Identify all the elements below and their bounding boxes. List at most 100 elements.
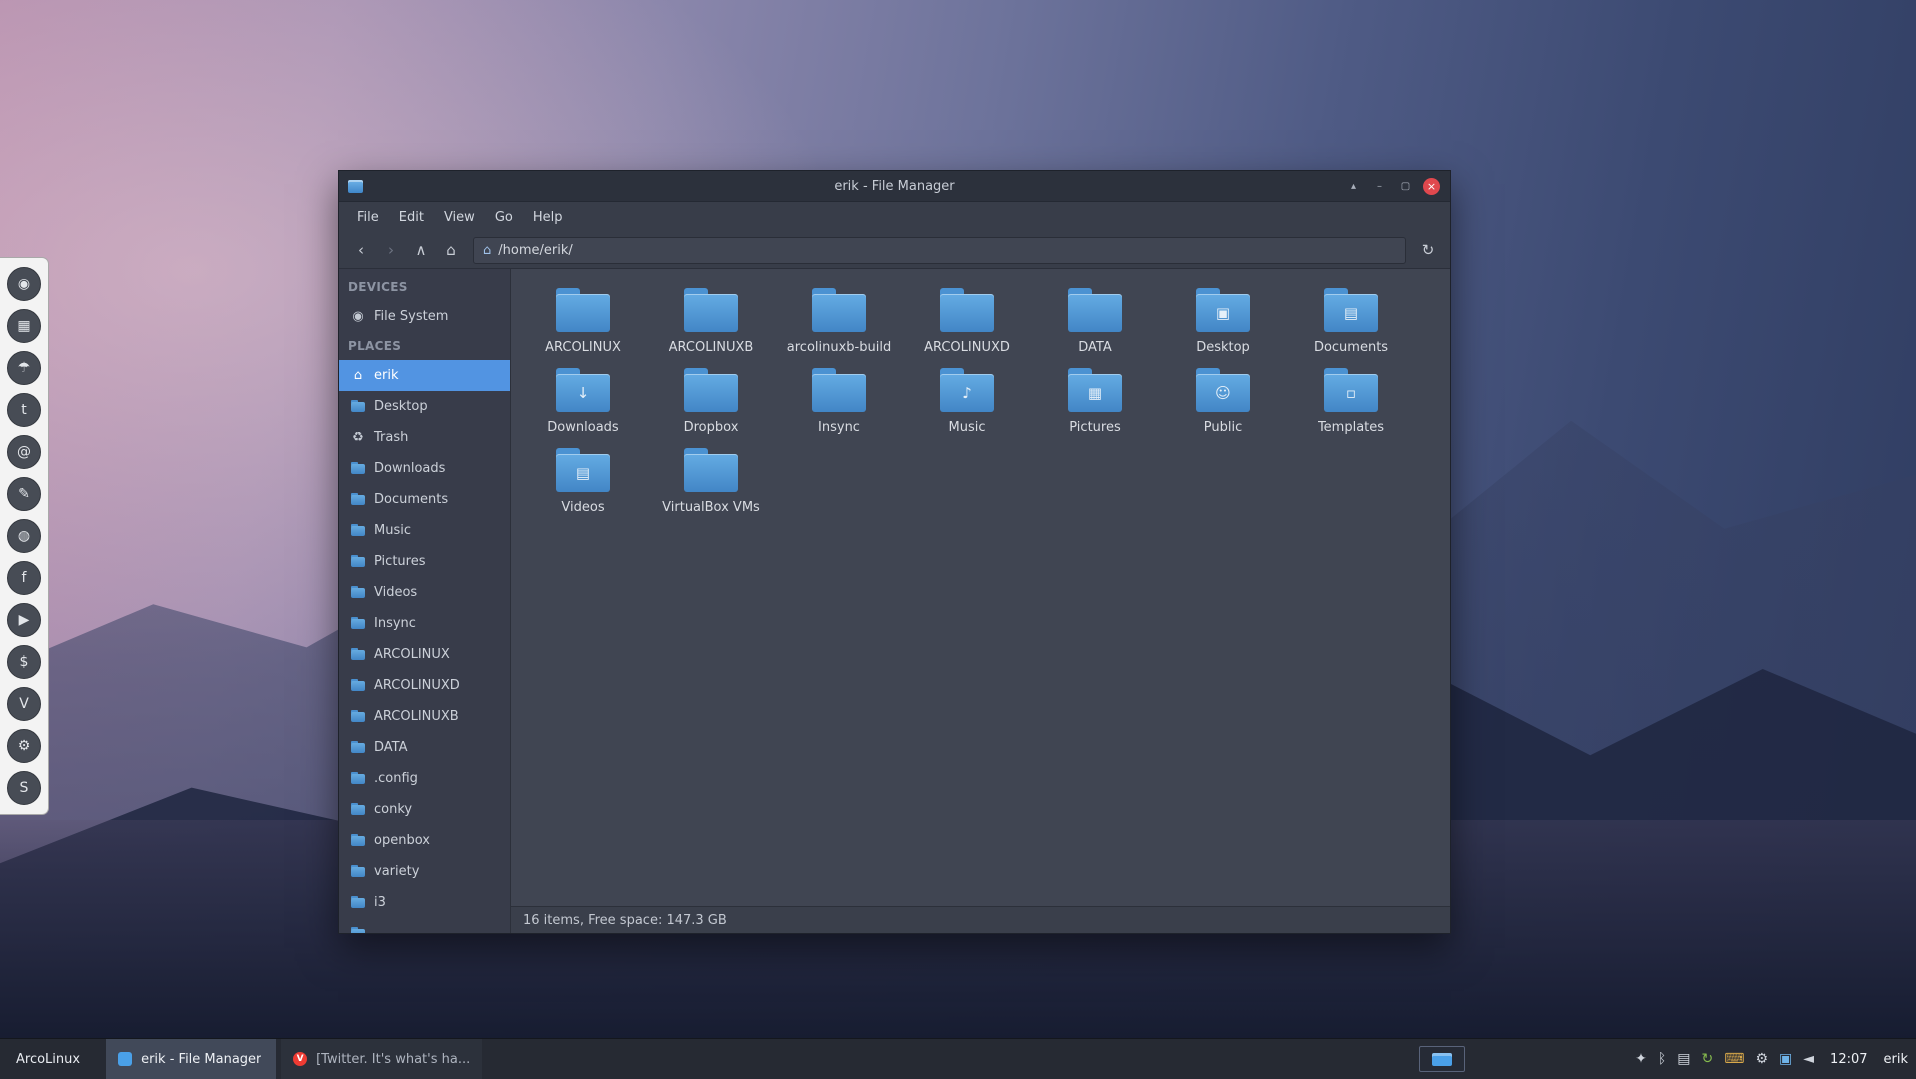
folder-icon	[809, 367, 869, 415]
folder-item[interactable]: VirtualBox VMs	[647, 443, 775, 519]
sidebar-item[interactable]: ⌂ erik	[339, 360, 510, 391]
close-button[interactable]: ×	[1423, 178, 1440, 195]
back-button[interactable]: ‹	[347, 237, 375, 263]
folder-label: ARCOLINUX	[545, 340, 621, 355]
task-button[interactable]: erik - File Manager	[106, 1039, 276, 1079]
chromium-icon[interactable]: ◍	[7, 519, 41, 553]
path-home-icon: ⌂	[483, 243, 491, 258]
folder-emblem-icon: ▫	[1346, 386, 1356, 401]
home-button[interactable]: ⌂	[437, 237, 465, 263]
desktop: { "desktop": { "dock": { "items": [ {"na…	[0, 0, 1916, 1079]
sidebar-item-label: Videos	[374, 585, 417, 600]
bluetooth-icon[interactable]: ᛒ	[1658, 1052, 1666, 1066]
folder-item[interactable]: ↓ Downloads	[519, 363, 647, 439]
menu-item[interactable]: Go	[485, 202, 523, 232]
task-list: erik - File Manager V [Twitter. It's wha…	[106, 1039, 482, 1079]
titlebar[interactable]: erik - File Manager ▴–▢×	[339, 171, 1450, 202]
sidebar-item[interactable]: ARCOLINUX	[339, 639, 510, 670]
forward-button[interactable]: ›	[377, 237, 405, 263]
folder-item[interactable]: ARCOLINUXD	[903, 283, 1031, 359]
sidebar-item[interactable]: Downloads	[339, 453, 510, 484]
sidebar-item[interactable]: .config	[339, 763, 510, 794]
sidebar-item-label: .config	[374, 771, 418, 786]
task-label: erik - File Manager	[141, 1052, 261, 1067]
folder-label: Downloads	[547, 420, 618, 435]
menu-item[interactable]: File	[347, 202, 389, 232]
display-icon[interactable]: ▦	[7, 309, 41, 343]
sidebar-item[interactable]: Videos	[339, 577, 510, 608]
folder-item[interactable]: Dropbox	[647, 363, 775, 439]
sidebar-item[interactable]: ◉ File System	[339, 301, 510, 332]
up-button[interactable]: ∧	[407, 237, 435, 263]
firefox-icon[interactable]: f	[7, 561, 41, 595]
notes-icon[interactable]: ▤	[1677, 1052, 1690, 1066]
keyboard-icon[interactable]: ⌨	[1724, 1052, 1744, 1066]
sidebar-item[interactable]: DATA	[339, 732, 510, 763]
sidebar-item[interactable]: Insync	[339, 608, 510, 639]
shutter-icon[interactable]: ◉	[7, 267, 41, 301]
folder-item[interactable]: DATA	[1031, 283, 1159, 359]
folder-item[interactable]: arcolinuxb-build	[775, 283, 903, 359]
folder-item[interactable]: ▫ Templates	[1287, 363, 1415, 439]
mail-spiral-icon[interactable]: @	[7, 435, 41, 469]
app-dock: ◉ ▦ ☂ t @ ✎ ◍ f ▶ $ V ⚙ S	[0, 257, 49, 815]
insync-sync-icon[interactable]: ↻	[1702, 1052, 1714, 1066]
folder-item[interactable]: ♪ Music	[903, 363, 1031, 439]
taskbar: ArcoLinux erik - File Manager V [Twitter…	[0, 1038, 1916, 1079]
reload-button[interactable]: ↻	[1414, 237, 1442, 263]
display-settings-icon[interactable]: ▣	[1779, 1052, 1792, 1066]
toolbar: ‹ › ∧ ⌂ ⌂ /home/erik/ ↻	[339, 232, 1450, 269]
volume-icon[interactable]: ◄	[1803, 1052, 1814, 1066]
workspace-pager[interactable]	[1419, 1046, 1465, 1072]
twitter-icon[interactable]: t	[7, 393, 41, 427]
sidebar-item[interactable]: conky	[339, 794, 510, 825]
sidebar-item[interactable]: ARCOLINUXB	[339, 701, 510, 732]
settings-icon[interactable]: ⚙	[7, 729, 41, 763]
menu-item[interactable]: Help	[523, 202, 573, 232]
menu-item[interactable]: View	[434, 202, 485, 232]
app-menu-button[interactable]: ArcoLinux	[0, 1039, 96, 1079]
spotify-icon[interactable]: S	[7, 771, 41, 805]
sidebar-item-label: Pictures	[374, 554, 425, 569]
sidebar-item[interactable]: Documents	[339, 484, 510, 515]
sidebar-item[interactable]: ARCOLINUXD	[339, 670, 510, 701]
sidebar-item[interactable]: variety	[339, 856, 510, 887]
folder-label: Insync	[818, 420, 860, 435]
folder-item[interactable]: ▦ Pictures	[1031, 363, 1159, 439]
task-button[interactable]: V [Twitter. It's what's ha...	[281, 1039, 482, 1079]
dropbox-icon[interactable]: ✦	[1635, 1052, 1647, 1066]
sidebar-item[interactable]: Pictures	[339, 546, 510, 577]
path-bar[interactable]: ⌂ /home/erik/	[473, 237, 1406, 264]
sidebar-item[interactable]: openbox	[339, 825, 510, 856]
settings-gear-icon[interactable]: ⚙	[1755, 1052, 1768, 1066]
folder-item[interactable]: ▤ Documents	[1287, 283, 1415, 359]
sidebar-item-icon	[350, 834, 366, 848]
folder-emblem-icon: ▣	[1216, 306, 1230, 321]
folder-item[interactable]: ☺ Public	[1159, 363, 1287, 439]
media-player-icon[interactable]: ▶	[7, 603, 41, 637]
paint-icon[interactable]: ✎	[7, 477, 41, 511]
folder-label: ARCOLINUXB	[669, 340, 754, 355]
folder-emblem-icon: ▤	[576, 466, 590, 481]
sidebar-item[interactable]: Music	[339, 515, 510, 546]
folder-item[interactable]: ▤ Videos	[519, 443, 647, 519]
folder-item[interactable]: ▣ Desktop	[1159, 283, 1287, 359]
terminal-icon[interactable]: $	[7, 645, 41, 679]
folder-item[interactable]: Insync	[775, 363, 903, 439]
folder-icon-body	[556, 294, 610, 332]
umbrella-icon[interactable]: ☂	[7, 351, 41, 385]
vivaldi-icon[interactable]: V	[7, 687, 41, 721]
folder-label: arcolinuxb-build	[787, 340, 891, 355]
sidebar-item[interactable]: Desktop	[339, 391, 510, 422]
shade-button[interactable]: ▴	[1345, 178, 1362, 195]
folder-item[interactable]: ARCOLINUXB	[647, 283, 775, 359]
sidebar-item[interactable]	[339, 918, 510, 933]
minimize-button[interactable]: –	[1371, 178, 1388, 195]
menu-item[interactable]: Edit	[389, 202, 434, 232]
sidebar-item[interactable]: ♻ Trash	[339, 422, 510, 453]
sidebar-item[interactable]: i3	[339, 887, 510, 918]
maximize-button[interactable]: ▢	[1397, 178, 1414, 195]
folder-icon-body	[812, 294, 866, 332]
folder-item[interactable]: ARCOLINUX	[519, 283, 647, 359]
folder-icon-body	[684, 374, 738, 412]
